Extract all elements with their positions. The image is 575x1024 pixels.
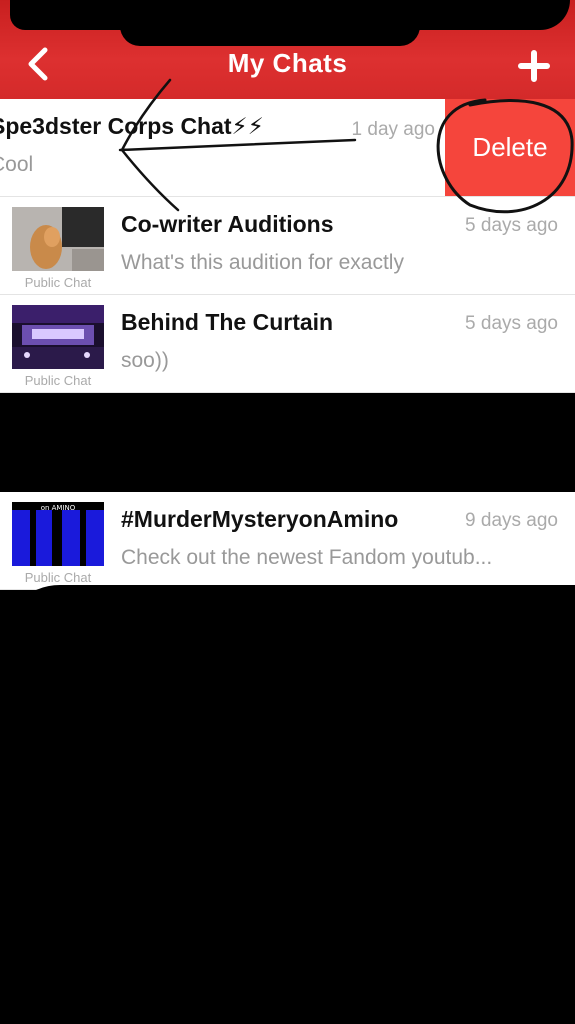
chat-time: 9 days ago	[465, 510, 558, 531]
chat-row[interactable]: Public Chat Behind The Curtain 5 days ag…	[0, 295, 575, 393]
chat-name: #MurderMysteryonAmino	[121, 506, 399, 532]
chat-name: Co-writer Auditions	[121, 211, 334, 237]
chat-thumbnail: on AMINO	[12, 502, 104, 566]
thumbnail-text: on AMINO	[41, 504, 76, 512]
chat-type-label: Public Chat	[24, 570, 92, 585]
chat-row-swiped[interactable]: Spe3dster Corps Chat⚡⚡ 1 day ago Cool De…	[0, 99, 575, 197]
chat-preview: soo))	[121, 349, 169, 372]
chat-name: Spe3dster Corps Chat⚡⚡	[0, 113, 264, 139]
top-bar: My Chats	[0, 0, 575, 99]
redacted-chat-list	[0, 585, 575, 1024]
chat-row-content[interactable]: Spe3dster Corps Chat⚡⚡ 1 day ago Cool	[0, 99, 445, 196]
chat-time: 5 days ago	[465, 313, 558, 334]
chat-time: 1 day ago	[351, 119, 435, 140]
page-title: My Chats	[227, 48, 348, 78]
chat-preview: Cool	[0, 153, 34, 176]
chat-preview: What's this audition for exactly	[121, 251, 404, 274]
chat-thumbnail	[12, 305, 104, 369]
chat-type-label: Public Chat	[24, 373, 92, 388]
plus-icon	[518, 50, 550, 82]
chat-time: 5 days ago	[465, 215, 558, 236]
chat-row[interactable]: Public Chat Co-writer Auditions 5 days a…	[0, 197, 575, 295]
redacted-status-bar-extension	[120, 26, 420, 46]
new-chat-button[interactable]	[512, 44, 556, 88]
chat-thumbnail	[12, 207, 104, 271]
redacted-chat-row	[0, 393, 575, 493]
delete-button[interactable]: Delete	[445, 99, 575, 196]
chat-preview: Check out the newest Fandom youtub...	[121, 546, 493, 569]
chat-row[interactable]: on AMINO Public Chat #MurderMysteryonAmi…	[0, 492, 575, 590]
chat-type-label: Public Chat	[24, 275, 92, 290]
chat-name: Behind The Curtain	[121, 309, 334, 335]
